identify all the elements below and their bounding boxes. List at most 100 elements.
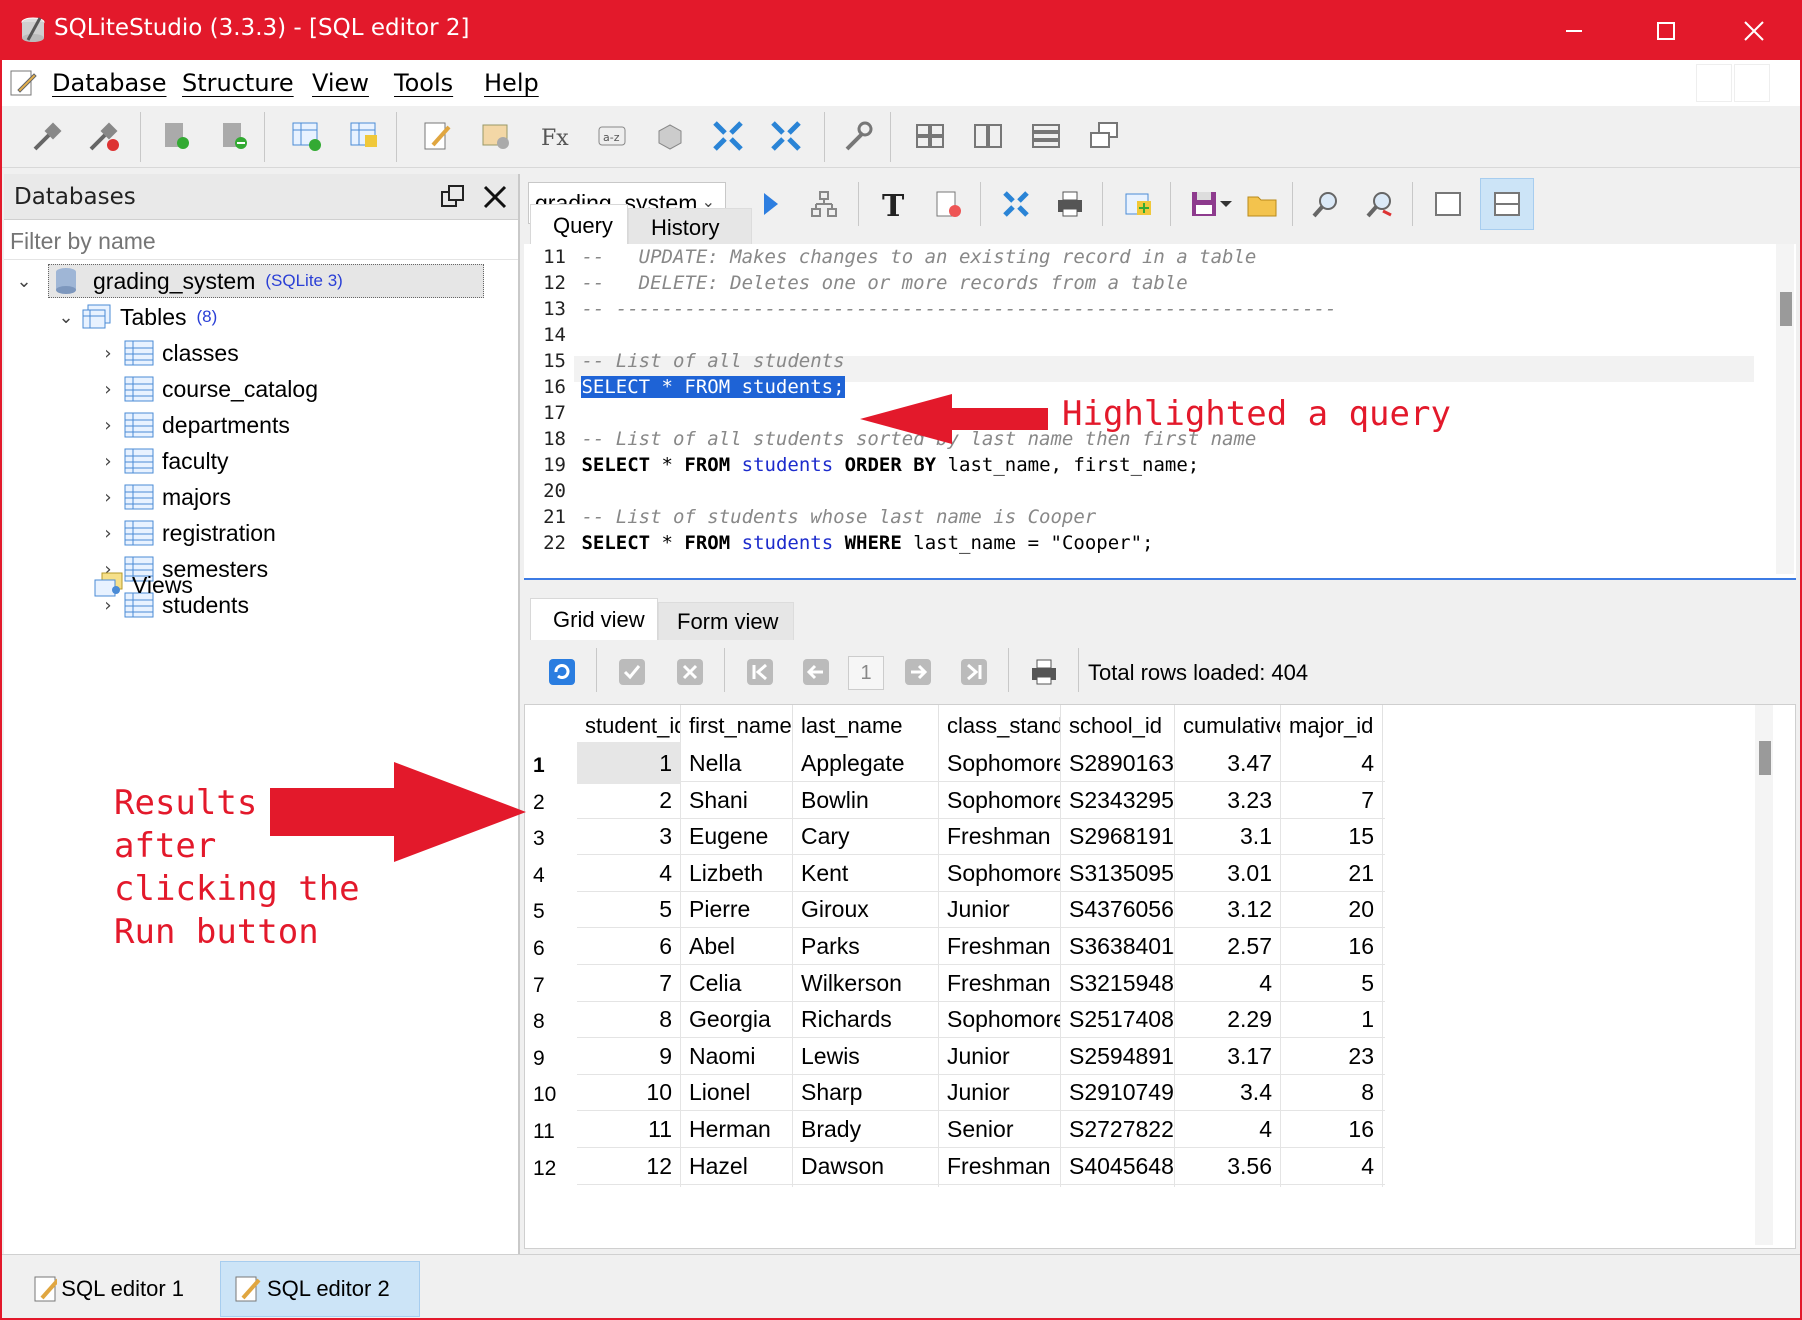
find-replace-icon[interactable] (1358, 182, 1402, 226)
tree-table-item[interactable]: › departments (96, 408, 290, 442)
export-icon[interactable] (764, 114, 808, 158)
menu-structure[interactable]: Structure (182, 69, 294, 97)
page-number-field[interactable]: 1 (848, 656, 884, 690)
column-header[interactable]: student_id (577, 705, 681, 747)
tree-tables-row[interactable]: ⌄ Tables (8) (54, 300, 217, 334)
functions-icon[interactable]: Fx (532, 114, 576, 158)
close-panel-icon[interactable] (482, 184, 508, 210)
column-header[interactable]: last_name (793, 705, 939, 747)
print-results-icon[interactable] (1022, 650, 1066, 694)
layout-single-icon[interactable] (1426, 182, 1470, 226)
chevron-right-icon[interactable]: › (96, 451, 120, 472)
tree-database-row[interactable]: ⌄ grading_system (SQLite 3) (12, 264, 518, 298)
first-page-icon[interactable] (738, 650, 782, 694)
sql-editor-icon[interactable] (416, 114, 460, 158)
ddl-history-icon[interactable] (474, 114, 518, 158)
config-wrench-icon[interactable] (836, 114, 880, 158)
refresh-database-icon[interactable] (212, 114, 256, 158)
menu-database[interactable]: Database (52, 69, 167, 97)
tree-table-item[interactable]: › registration (96, 516, 276, 550)
tab-form-view[interactable]: Form view (658, 602, 794, 640)
row-number[interactable]: 12 (525, 1148, 577, 1190)
grid-scrollbar-thumb[interactable] (1759, 741, 1771, 775)
mdi-restore-button[interactable] (1696, 64, 1732, 102)
maximize-icon[interactable] (1620, 2, 1712, 60)
add-database-icon[interactable] (154, 114, 198, 158)
menu-view[interactable]: View (312, 69, 369, 97)
mdi-close-button[interactable] (1734, 64, 1770, 102)
chevron-right-icon[interactable]: › (96, 523, 120, 544)
tree-table-item[interactable]: › classes (96, 336, 239, 370)
chevron-down-icon[interactable]: ⌄ (54, 307, 78, 328)
export-results-icon[interactable] (994, 182, 1038, 226)
grid-cell[interactable]: 4 (1281, 1144, 1383, 1187)
column-header[interactable]: school_id (1061, 705, 1175, 747)
cascade-windows-icon[interactable] (1082, 114, 1126, 158)
grid-cell[interactable]: S40456482 (1061, 1144, 1175, 1187)
extensions-icon[interactable] (648, 114, 692, 158)
grid-cell[interactable]: 3.56 (1175, 1144, 1281, 1187)
tile-vertical-icon[interactable] (1024, 114, 1068, 158)
tree-table-item[interactable]: › course_catalog (96, 372, 318, 406)
tree-table-item[interactable]: › faculty (96, 444, 228, 478)
create-table-icon[interactable] (284, 114, 328, 158)
find-icon[interactable] (1304, 182, 1348, 226)
tile-windows-icon[interactable] (908, 114, 952, 158)
connect-db-icon[interactable] (26, 114, 70, 158)
refresh-results-icon[interactable] (540, 650, 584, 694)
tab-grid-view[interactable]: Grid view (530, 598, 658, 640)
filter-input[interactable] (4, 222, 504, 261)
grid-cell[interactable]: Dawson (793, 1144, 939, 1187)
open-file-icon[interactable] (1240, 182, 1284, 226)
chevron-right-icon[interactable]: › (96, 343, 120, 364)
rollback-icon[interactable] (668, 650, 712, 694)
code-token: WHERE (844, 532, 902, 554)
close-icon[interactable] (1708, 2, 1800, 60)
commit-icon[interactable] (610, 650, 654, 694)
format-sql-icon[interactable]: T (872, 182, 916, 226)
chevron-right-icon[interactable]: › (96, 487, 120, 508)
sql-editor-icon (235, 1276, 261, 1302)
run-query-icon[interactable] (748, 182, 792, 226)
column-header[interactable]: major_id (1281, 705, 1383, 747)
disconnect-db-icon[interactable] (82, 114, 126, 158)
edit-table-icon[interactable] (342, 114, 386, 158)
menu-help[interactable]: Help (484, 69, 539, 97)
menu-tools[interactable]: Tools (394, 69, 453, 97)
column-header[interactable]: class_standir (939, 705, 1061, 747)
next-page-icon[interactable] (896, 650, 940, 694)
taskbar-sql-editor-2[interactable]: SQL editor 2 (220, 1261, 420, 1317)
tree-views-row[interactable]: Views (90, 568, 193, 602)
grid-cell[interactable]: Freshman (939, 1144, 1061, 1187)
layout-split-icon[interactable] (1480, 178, 1534, 230)
editor-scrollbar[interactable] (1776, 244, 1794, 574)
results-grid[interactable]: student_id first_name last_name class_stand… (524, 704, 1796, 1249)
create-view-icon[interactable] (1116, 182, 1160, 226)
grid-cell[interactable]: 12 (577, 1144, 681, 1187)
column-header[interactable]: first_name (681, 705, 793, 747)
editor-scrollbar-thumb[interactable] (1780, 292, 1792, 326)
table-icon (124, 520, 154, 546)
last-page-icon[interactable] (952, 650, 996, 694)
tree-table-item[interactable]: › majors (96, 480, 231, 514)
tab-history[interactable]: History (628, 208, 752, 244)
grid-cell[interactable]: Hazel (681, 1144, 793, 1187)
tab-query[interactable]: Query (530, 204, 628, 244)
column-header[interactable]: cumulative (1175, 705, 1281, 747)
chevron-down-icon[interactable]: ⌄ (12, 271, 36, 292)
minimize-icon[interactable] (1528, 2, 1620, 60)
clear-editor-icon[interactable] (926, 182, 970, 226)
tile-horizontal-icon[interactable] (966, 114, 1010, 158)
grid-scrollbar[interactable] (1755, 705, 1773, 1245)
save-menu-chevron-icon[interactable] (1214, 182, 1238, 226)
collations-icon[interactable]: a-z (590, 114, 634, 158)
taskbar-sql-editor-1[interactable]: SQL editor 1 (20, 1261, 196, 1317)
explain-plan-icon[interactable] (802, 182, 846, 226)
chevron-right-icon[interactable]: › (96, 379, 120, 400)
prev-page-icon[interactable] (794, 650, 838, 694)
print-icon[interactable] (1048, 182, 1092, 226)
import-icon[interactable] (706, 114, 750, 158)
chevron-right-icon[interactable]: › (96, 415, 120, 436)
float-panel-icon[interactable] (440, 184, 466, 210)
